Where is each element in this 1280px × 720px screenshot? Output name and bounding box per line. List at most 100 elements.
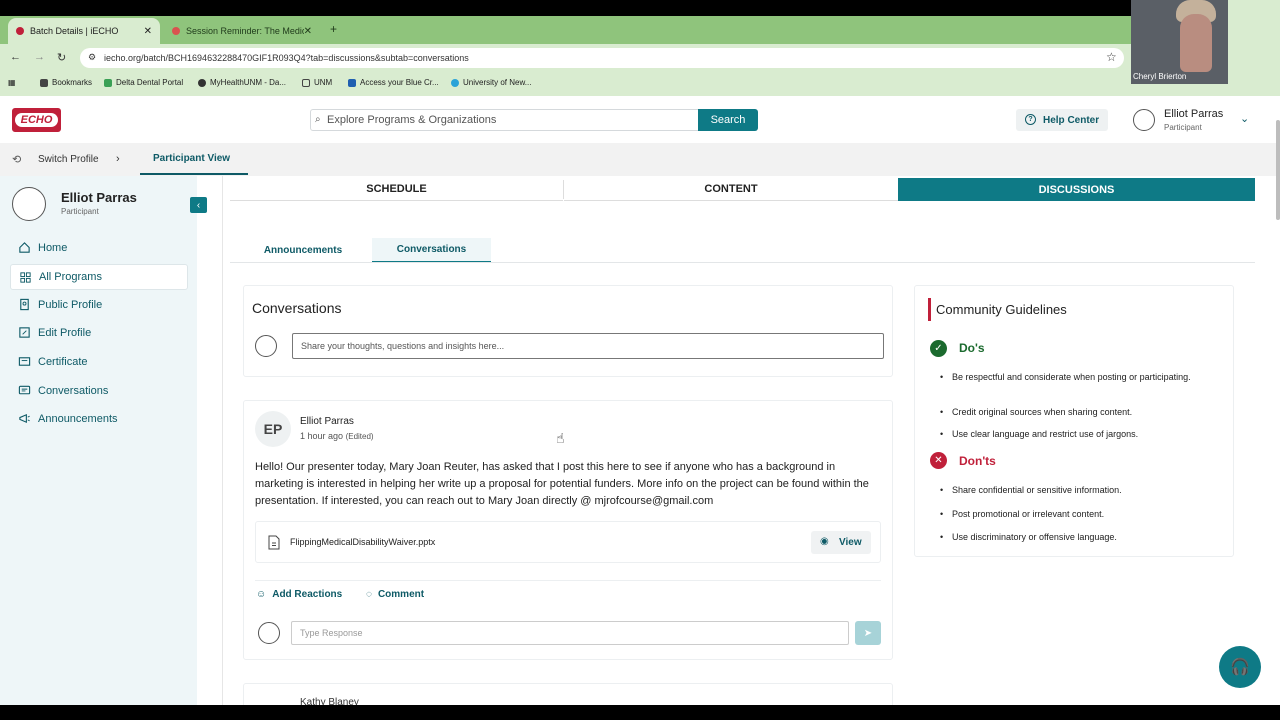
conversations-title: Conversations bbox=[252, 300, 342, 316]
chevron-down-icon[interactable]: ⌄ bbox=[1240, 112, 1249, 125]
bookmark-item[interactable]: Bookmarks bbox=[40, 78, 92, 87]
sidebar-item-public-profile[interactable]: Public Profile bbox=[10, 292, 188, 318]
echo-logo[interactable]: ECHO bbox=[12, 108, 61, 132]
send-button[interactable]: ➤ bbox=[855, 621, 881, 645]
headset-icon: 🎧 bbox=[1230, 659, 1250, 676]
dont-item: Share confidential or sensitive informat… bbox=[940, 483, 1210, 497]
chevron-right-icon: › bbox=[116, 153, 120, 165]
comment-icon: ◌ bbox=[366, 589, 372, 600]
composer-avatar-icon bbox=[255, 335, 277, 357]
post-author: Elliot Parras bbox=[300, 416, 354, 427]
help-icon: ? bbox=[1025, 114, 1036, 125]
sidebar-avatar-icon bbox=[12, 187, 46, 221]
bookmark-item[interactable]: UNM bbox=[302, 78, 332, 87]
edited-label: (Edited) bbox=[345, 432, 374, 441]
sidebar-item-certificate[interactable]: Certificate bbox=[10, 349, 188, 375]
star-icon[interactable]: ☆ bbox=[1106, 50, 1117, 64]
profile-icon bbox=[20, 298, 29, 311]
gmail-icon bbox=[172, 27, 180, 35]
smiley-icon: ☺ bbox=[256, 589, 267, 600]
eye-icon: ◉ bbox=[820, 536, 829, 547]
do-item: Be respectful and considerate when posti… bbox=[940, 370, 1210, 384]
post-body: Hello! Our presenter today, Mary Joan Re… bbox=[255, 461, 869, 507]
guidelines-accent bbox=[928, 298, 931, 321]
megaphone-icon bbox=[19, 413, 30, 424]
home-icon bbox=[19, 242, 30, 253]
url-bar[interactable]: ⚙ iecho.org/batch/BCH1694632288470GIF1R0… bbox=[80, 48, 1124, 68]
search-button[interactable]: Search bbox=[698, 109, 758, 131]
participant-view-tab[interactable]: Participant View bbox=[153, 153, 230, 164]
bookmark-item[interactable]: Delta Dental Portal bbox=[104, 78, 183, 87]
search-placeholder: Explore Programs & Organizations bbox=[327, 114, 497, 126]
do-item: Use clear language and restrict use of j… bbox=[940, 427, 1210, 441]
dont-item: Post promotional or irrelevant content. bbox=[940, 507, 1210, 521]
site-info-icon[interactable]: ⚙ bbox=[88, 52, 96, 63]
response-avatar-icon bbox=[258, 622, 280, 644]
collapse-sidebar-button[interactable]: ‹ bbox=[190, 197, 207, 213]
cross-icon: ✕ bbox=[930, 452, 947, 469]
support-chat-button[interactable]: 🎧 bbox=[1219, 646, 1261, 688]
close-icon[interactable]: ✕ bbox=[304, 26, 312, 37]
apps-icon[interactable]: ▦ bbox=[8, 78, 16, 87]
bookmark-item[interactable]: Access your Blue Cr... bbox=[348, 78, 439, 87]
subtab-announcements[interactable]: Announcements bbox=[243, 238, 363, 263]
page-scrollbar[interactable] bbox=[1276, 120, 1280, 220]
sidebar-item-all-programs[interactable]: All Programs bbox=[10, 264, 188, 290]
sidebar-user-role: Participant bbox=[61, 207, 99, 216]
bookmark-item[interactable]: University of New... bbox=[451, 78, 531, 87]
bookmark-item[interactable]: MyHealthUNM - Da... bbox=[198, 78, 286, 87]
conversation-composer bbox=[243, 285, 893, 377]
comment-button[interactable]: ◌ Comment bbox=[366, 589, 424, 600]
view-attachment-button[interactable]: ◉ View bbox=[811, 531, 871, 554]
switch-profile-link[interactable]: Switch Profile bbox=[38, 154, 99, 165]
dont-item: Use discriminatory or offensive language… bbox=[940, 530, 1210, 544]
subtab-conversations[interactable]: Conversations bbox=[372, 238, 491, 263]
url-text: iecho.org/batch/BCH1694632288470GIF1R093… bbox=[104, 53, 469, 63]
bookmarks-bar bbox=[0, 72, 1280, 96]
video-participant-name: Cheryl Brierton bbox=[1133, 72, 1187, 81]
post-divider bbox=[255, 580, 881, 581]
search-icon: ⌕ bbox=[315, 114, 321, 125]
help-center-button[interactable]: ? Help Center bbox=[1016, 109, 1108, 131]
author-avatar: EP bbox=[255, 411, 291, 447]
favicon-icon bbox=[16, 27, 24, 35]
mouse-cursor-icon: ☝ bbox=[556, 430, 565, 446]
back-icon[interactable]: ← bbox=[10, 51, 21, 63]
header-user-name: Elliot Parras bbox=[1164, 108, 1224, 120]
screen-top-bar bbox=[0, 0, 1280, 16]
add-reactions-button[interactable]: ☺ Add Reactions bbox=[256, 589, 342, 600]
reload-icon[interactable]: ↻ bbox=[57, 51, 66, 64]
response-input[interactable]: Type Response bbox=[291, 621, 849, 645]
sidebar-item-announcements[interactable]: Announcements bbox=[10, 406, 188, 432]
grid-icon bbox=[20, 272, 31, 283]
file-icon bbox=[268, 535, 280, 550]
chat-icon bbox=[18, 385, 31, 395]
subtab-divider bbox=[230, 262, 1255, 263]
user-avatar-icon[interactable] bbox=[1133, 109, 1155, 131]
conversation-input[interactable]: Share your thoughts, questions and insig… bbox=[292, 333, 884, 359]
post-timestamp: 1 hour ago (Edited) bbox=[300, 431, 374, 441]
close-icon[interactable]: ✕ bbox=[144, 26, 152, 37]
tab-label: Batch Details | iECHO bbox=[30, 26, 119, 36]
tab-schedule[interactable]: SCHEDULE bbox=[230, 178, 563, 201]
tab-content[interactable]: CONTENT bbox=[564, 178, 898, 201]
sidebar-user-name: Elliot Parras bbox=[61, 190, 137, 205]
video-person bbox=[1180, 14, 1212, 72]
active-indicator bbox=[140, 173, 248, 175]
sidebar-item-conversations[interactable]: Conversations bbox=[10, 378, 188, 404]
attachment-name: FlippingMedicalDisabilityWaiver.pptx bbox=[290, 537, 436, 547]
new-tab-icon[interactable]: + bbox=[330, 22, 337, 36]
sidebar-item-edit-profile[interactable]: Edit Profile bbox=[10, 320, 188, 346]
sidebar-item-home[interactable]: Home bbox=[10, 235, 188, 261]
screen-bottom-bar bbox=[0, 705, 1280, 720]
search-input[interactable]: ⌕ Explore Programs & Organizations bbox=[310, 109, 700, 131]
tab-discussions[interactable]: DISCUSSIONS bbox=[898, 178, 1255, 201]
donts-title: Don'ts bbox=[959, 454, 996, 468]
guidelines-title: Community Guidelines bbox=[936, 302, 1067, 317]
forward-icon[interactable]: → bbox=[34, 51, 45, 63]
browser-tab-active[interactable]: Batch Details | iECHO ✕ bbox=[8, 18, 160, 44]
tab-label: Session Reminder: The Medical... bbox=[185, 26, 304, 36]
switch-profile-icon: ⟲ bbox=[12, 154, 22, 166]
browser-tab[interactable]: Session Reminder: The Medical... ✕ bbox=[164, 18, 320, 44]
certificate-icon bbox=[18, 357, 31, 366]
